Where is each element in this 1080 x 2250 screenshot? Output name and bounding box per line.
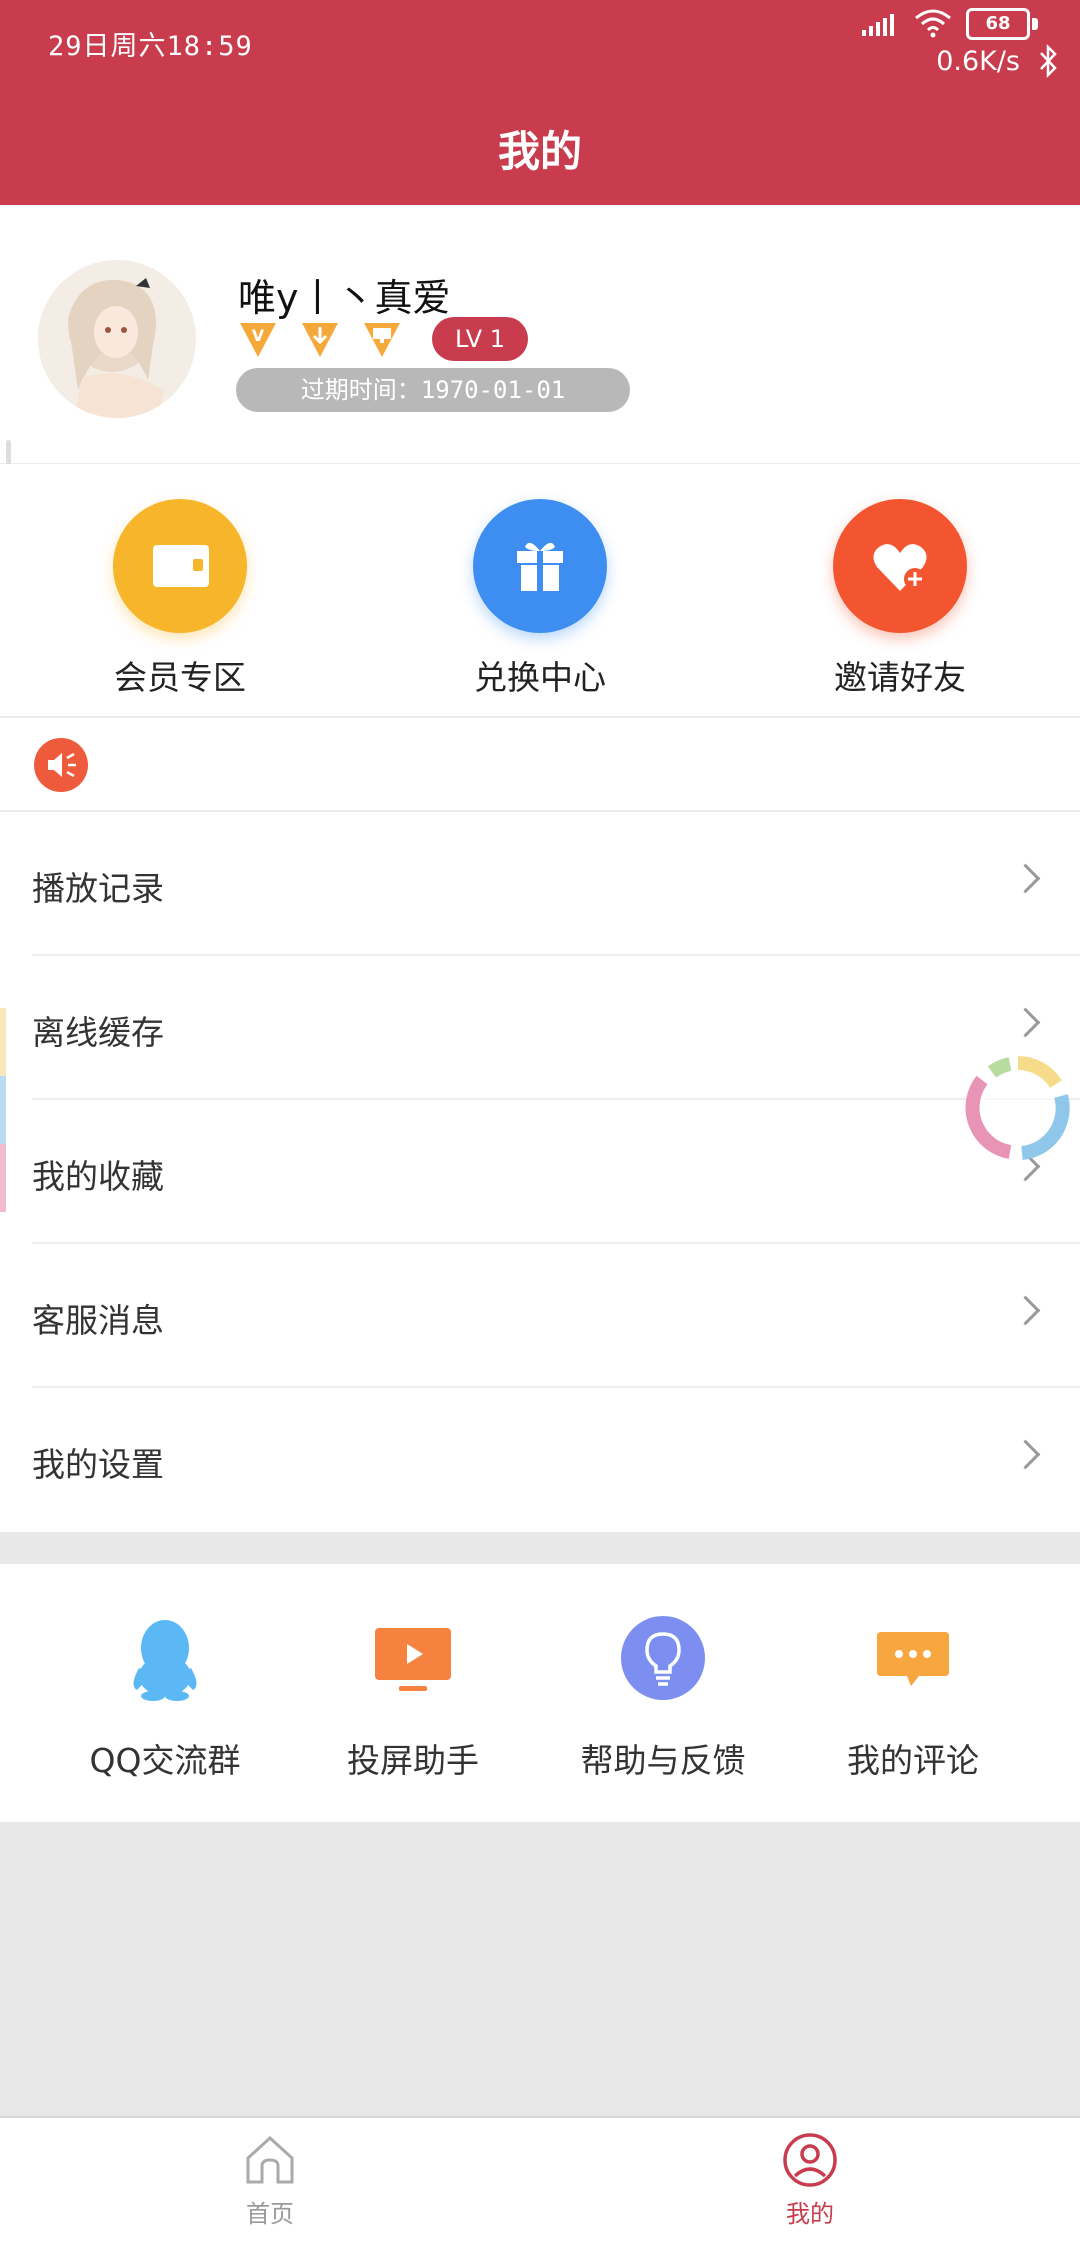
battery-indicator: 68	[966, 8, 1030, 40]
qq-penguin-icon	[115, 1608, 215, 1708]
menu-item-label: 我的设置	[32, 1445, 164, 1484]
tab-mine[interactable]: 我的	[710, 2132, 910, 2229]
profile-card[interactable]: 唯y丨丶真爱 V LV 1 过期时间：1970-01-01 08:00:00	[0, 205, 1080, 463]
user-profile-icon	[783, 2133, 837, 2187]
tab-label: 首页	[246, 2200, 294, 2228]
quick-actions: 会员专区 兑换中心 邀请好友	[0, 464, 1080, 716]
floating-loader-icon[interactable]	[960, 1050, 1076, 1166]
tools-grid: QQ交流群 投屏助手 帮助与反馈 我的评论	[0, 1564, 1080, 1822]
quick-action-vip-zone[interactable]: 会员专区	[60, 499, 300, 699]
chat-bubble-icon	[863, 1608, 963, 1708]
screen-badge-icon	[364, 323, 400, 357]
download-badge-icon	[302, 323, 338, 357]
quick-action-label: 邀请好友	[834, 658, 966, 697]
battery-tip	[1032, 18, 1038, 30]
network-speed: 0.6K/s	[936, 46, 1020, 77]
menu-item-label: 我的收藏	[32, 1157, 164, 1196]
chevron-right-icon	[1010, 863, 1041, 894]
edge-strip-blue	[0, 1076, 6, 1144]
tool-label: 帮助与反馈	[580, 1741, 746, 1780]
lightbulb-icon	[613, 1608, 713, 1708]
tv-play-icon	[363, 1608, 463, 1708]
gift-icon	[473, 499, 607, 633]
expire-time: 过期时间：1970-01-01 08:00:00	[236, 368, 630, 448]
tool-cast-assistant[interactable]: 投屏助手	[283, 1608, 543, 1782]
menu-item-service-messages[interactable]: 客服消息	[0, 1244, 1080, 1388]
quick-action-label: 会员专区	[114, 658, 246, 697]
wallet-icon	[113, 499, 247, 633]
avatar-image	[38, 260, 196, 418]
speaker-icon	[34, 738, 88, 792]
quick-action-exchange-center[interactable]: 兑换中心	[420, 499, 660, 699]
chevron-right-icon	[1010, 1007, 1041, 1038]
bluetooth-icon	[1040, 44, 1057, 78]
tool-label: QQ交流群	[89, 1741, 241, 1780]
notice-bar[interactable]	[0, 718, 1080, 810]
menu-item-label: 播放记录	[32, 869, 164, 908]
menu-item-play-history[interactable]: 播放记录	[0, 812, 1080, 956]
menu-item-offline-cache[interactable]: 离线缓存	[0, 956, 1080, 1100]
tab-label: 我的	[786, 2200, 834, 2228]
level-badge: LV 1	[432, 317, 528, 361]
edge-strip-pink	[0, 1144, 6, 1212]
page-title: 我的	[497, 127, 582, 176]
tool-label: 投屏助手	[347, 1741, 479, 1780]
tool-qq-group[interactable]: QQ交流群	[35, 1608, 295, 1782]
avatar[interactable]	[38, 260, 196, 418]
menu-item-favorites[interactable]: 我的收藏	[0, 1100, 1080, 1244]
username: 唯y丨丶真爱	[238, 276, 451, 320]
menu-item-label: 客服消息	[32, 1301, 164, 1340]
menu-item-settings[interactable]: 我的设置	[0, 1388, 1080, 1532]
home-icon	[246, 2135, 294, 2184]
svg-text:V: V	[252, 326, 265, 345]
signal-icon	[862, 14, 894, 36]
menu-list: 播放记录 离线缓存 我的收藏 客服消息 我的设置	[0, 812, 1080, 1532]
tool-my-comments[interactable]: 我的评论	[783, 1608, 1043, 1782]
menu-item-label: 离线缓存	[32, 1013, 164, 1052]
app-header: 29日周六18:59 68 0.6K/s 我的	[0, 0, 1080, 205]
heart-plus-icon	[833, 499, 967, 633]
quick-action-label: 兑换中心	[474, 658, 606, 697]
tool-help-feedback[interactable]: 帮助与反馈	[533, 1608, 793, 1782]
status-time: 29日周六18:59	[48, 31, 253, 62]
quick-action-invite-friends[interactable]: 邀请好友	[780, 499, 1020, 699]
edge-strip-yellow	[0, 1008, 6, 1076]
chevron-right-icon	[1010, 1439, 1041, 1470]
bottom-tab-bar: 首页 我的	[0, 2116, 1080, 2250]
tool-label: 我的评论	[847, 1741, 979, 1780]
vip-badge-icon: V	[240, 323, 276, 357]
tab-home[interactable]: 首页	[170, 2132, 370, 2229]
chevron-right-icon	[1010, 1295, 1041, 1326]
wifi-icon	[915, 9, 951, 38]
